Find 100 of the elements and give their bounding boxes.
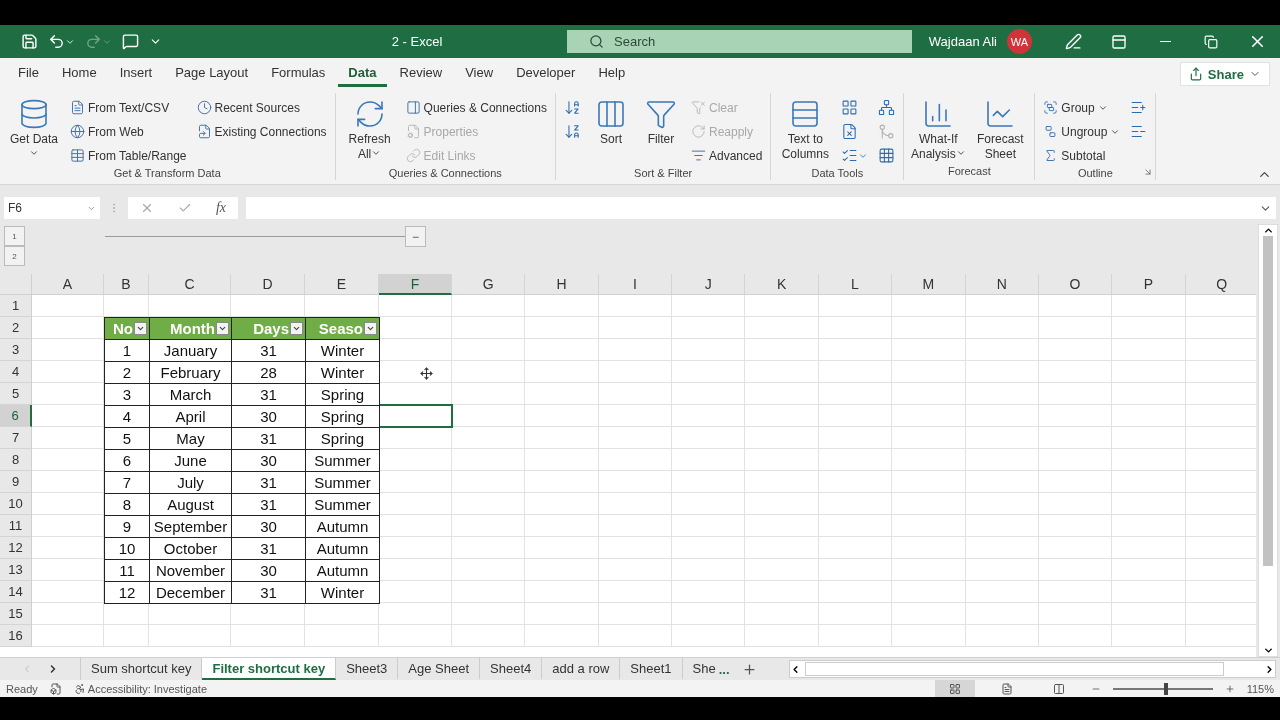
grid-cell[interactable] [818,471,893,493]
grid-cell[interactable] [892,449,966,471]
grid-cell[interactable] [1112,405,1186,427]
grid-cell[interactable] [598,449,673,471]
grid-cell[interactable] [452,449,526,471]
grid-cell[interactable] [1112,625,1186,647]
column-header[interactable]: C [149,274,231,295]
grid-cell[interactable] [745,361,819,383]
row-header[interactable]: 16 [0,625,32,647]
grid-cell[interactable] [672,625,746,647]
grid-cell[interactable] [525,405,599,427]
grid-cell[interactable] [1038,449,1113,471]
grid-cell[interactable] [745,603,819,625]
select-all-corner[interactable] [0,274,32,295]
grid-cell[interactable] [672,361,746,383]
grid-cell[interactable] [965,515,1039,537]
grid-cell[interactable] [745,449,819,471]
grid-cell[interactable] [598,339,673,361]
column-header[interactable]: G [452,274,526,295]
grid-cell[interactable] [1112,559,1186,581]
grid-cell[interactable] [1038,339,1113,361]
grid-cell[interactable] [305,625,379,647]
scroll-right-icon[interactable] [1264,663,1275,675]
grid-cell[interactable] [452,317,526,339]
ribbon-button[interactable]: From Table/Range [68,144,189,167]
grid-cell[interactable] [598,581,673,603]
grid-cell[interactable] [965,581,1039,603]
grid-cell[interactable] [1038,471,1113,493]
grid-cell[interactable] [305,603,379,625]
column-header[interactable]: I [598,274,673,295]
more-sheets-button[interactable]: ... [718,661,730,677]
grid-cell[interactable] [1038,515,1113,537]
grid-cell[interactable] [965,449,1039,471]
filter-dropdown-button[interactable] [134,322,147,335]
grid-cell[interactable] [1038,537,1113,559]
grid-cell[interactable] [892,559,966,581]
grid-cell[interactable] [745,581,819,603]
vertical-scrollbar[interactable] [1258,224,1278,657]
grid-cell[interactable] [818,427,893,449]
grid-cell[interactable] [525,449,599,471]
outline-collapse-button[interactable]: − [405,226,426,247]
grid-cell[interactable] [525,339,599,361]
grid-cell[interactable] [598,493,673,515]
grid-cell[interactable] [892,493,966,515]
menu-tab[interactable]: Help [588,61,636,87]
dialog-launcher-icon[interactable] [1143,167,1154,177]
macro-record-icon[interactable] [49,682,62,695]
grid-cell[interactable] [818,559,893,581]
row-header[interactable]: 8 [0,449,32,471]
grid-cell[interactable] [818,405,893,427]
column-header[interactable]: H [525,274,599,295]
grid-cell[interactable] [892,515,966,537]
grid-cell[interactable] [745,383,819,405]
grid-cell[interactable] [598,317,673,339]
grid-cell[interactable] [452,427,526,449]
grid-cell[interactable] [965,537,1039,559]
grid-cell[interactable] [598,515,673,537]
grid-cell[interactable] [525,559,599,581]
row-header[interactable]: 9 [0,471,32,493]
grid-cell[interactable] [1038,581,1113,603]
grid-cell[interactable] [965,405,1039,427]
grid-cell[interactable] [672,537,746,559]
row-header[interactable]: 14 [0,581,32,603]
grid-cell[interactable] [818,625,893,647]
grid-cell[interactable] [745,515,819,537]
grid-cell[interactable] [745,405,819,427]
row-header[interactable]: 5 [0,383,32,405]
ribbon-button[interactable]: From Text/CSV [68,96,189,119]
grid-cell[interactable] [231,603,305,625]
grid-cell[interactable] [672,405,746,427]
menu-tab[interactable]: Page Layout [165,61,259,87]
grid-cell[interactable] [965,339,1039,361]
grid-cell[interactable] [379,537,452,559]
column-header[interactable]: K [745,274,819,295]
ribbon-button[interactable]: From Web [68,120,189,143]
grid-cell[interactable] [1038,493,1113,515]
ribbon-button[interactable]: Get Data [6,96,62,164]
grid-cell[interactable] [379,581,452,603]
grid-cell[interactable] [379,515,452,537]
column-header[interactable]: P [1112,274,1186,295]
grid-cell[interactable] [818,449,893,471]
ribbon-button[interactable]: What-If Analysis [910,96,967,164]
ribbon-button[interactable]: Filter [638,96,683,149]
grid-cell[interactable] [452,603,526,625]
grid-cell[interactable] [672,559,746,581]
user-avatar[interactable]: WA [1007,29,1032,54]
column-header[interactable]: M [892,274,966,295]
menu-tab[interactable]: Home [51,61,107,87]
scroll-down-icon[interactable] [1262,645,1274,656]
grid-cell[interactable] [1038,295,1113,317]
grid-cell[interactable] [1112,603,1186,625]
grid-cell[interactable] [818,493,893,515]
grid-cell[interactable] [818,339,893,361]
grid-cell[interactable] [379,625,452,647]
grid-cell[interactable] [452,559,526,581]
row-header[interactable]: 2 [0,317,32,339]
grid-cell[interactable] [818,515,893,537]
grid-cell[interactable] [525,427,599,449]
menu-tab[interactable]: Developer [506,61,586,87]
grid-cell[interactable] [231,625,305,647]
